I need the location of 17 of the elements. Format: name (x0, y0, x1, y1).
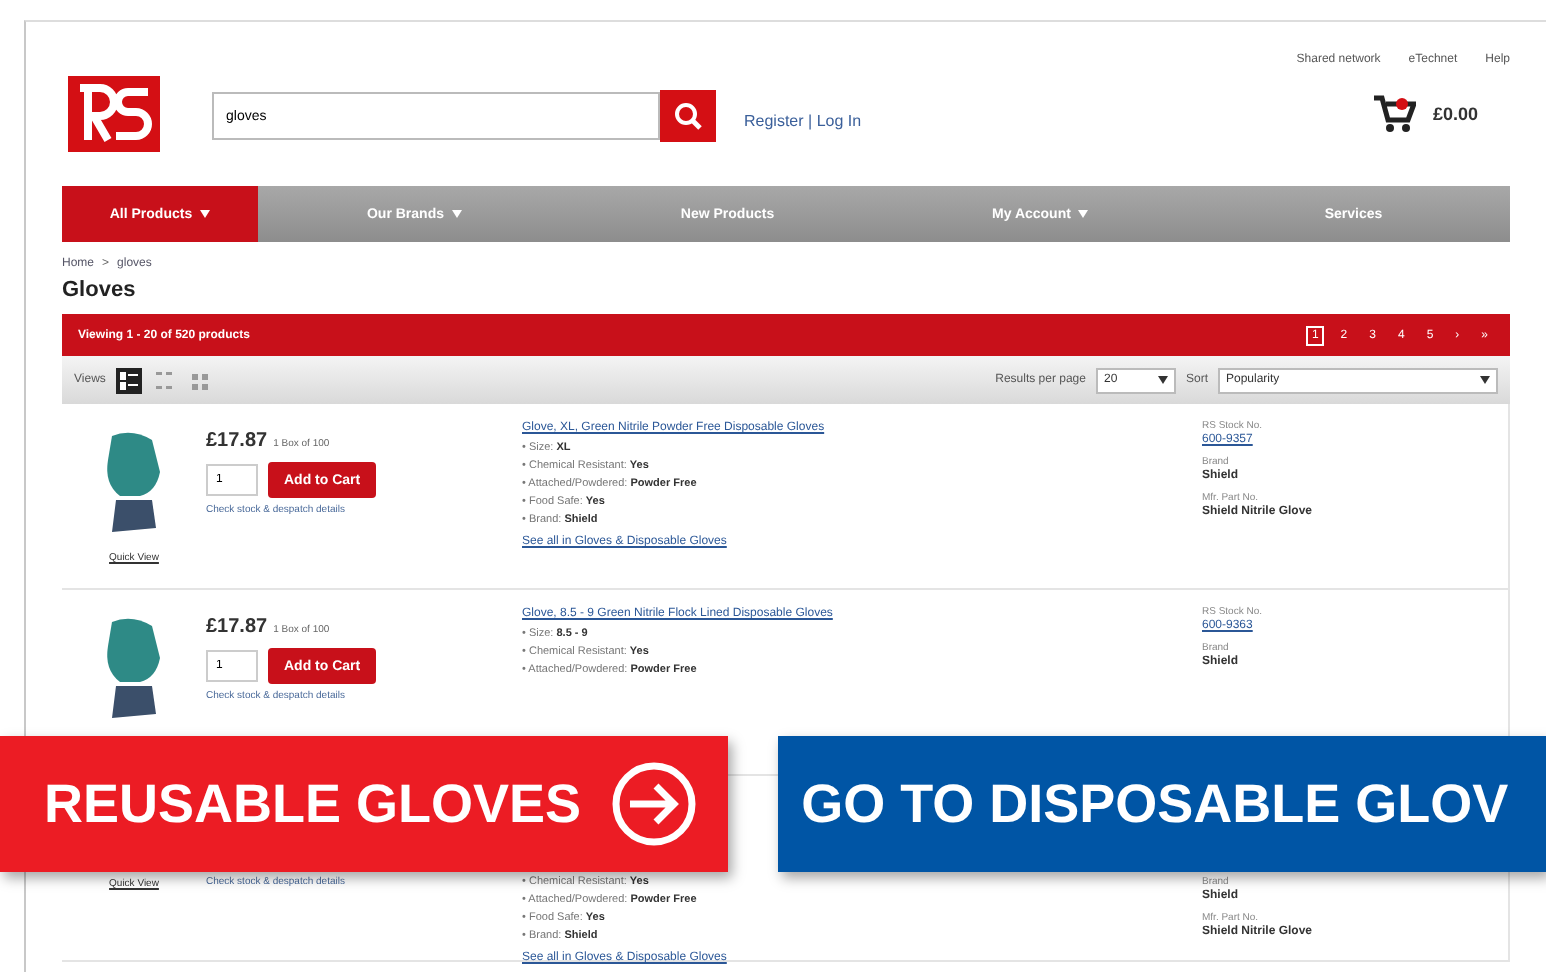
search-button[interactable] (660, 90, 716, 142)
price: £17.87 (206, 430, 268, 452)
page-heading: Gloves (62, 278, 138, 302)
price: £17.87 (206, 616, 268, 638)
reusable-gloves-banner[interactable]: REUSABLE GLOVES (0, 736, 728, 872)
caret-icon (1480, 376, 1490, 384)
logo-icon[interactable] (68, 76, 160, 152)
cart-icon[interactable] (1372, 94, 1417, 134)
register-login-link[interactable]: Register | Log In (744, 112, 862, 130)
search-icon (674, 102, 702, 130)
disposable-gloves-banner[interactable]: GO TO DISPOSABLE GLOV (777, 736, 1546, 872)
list-view-icon (117, 369, 140, 391)
grid-view-icon (153, 369, 176, 391)
list-view-button[interactable] (115, 367, 142, 393)
cart-total: £0.00 (1432, 104, 1478, 124)
tile-view-icon (189, 369, 212, 391)
caret-icon (1157, 376, 1168, 384)
